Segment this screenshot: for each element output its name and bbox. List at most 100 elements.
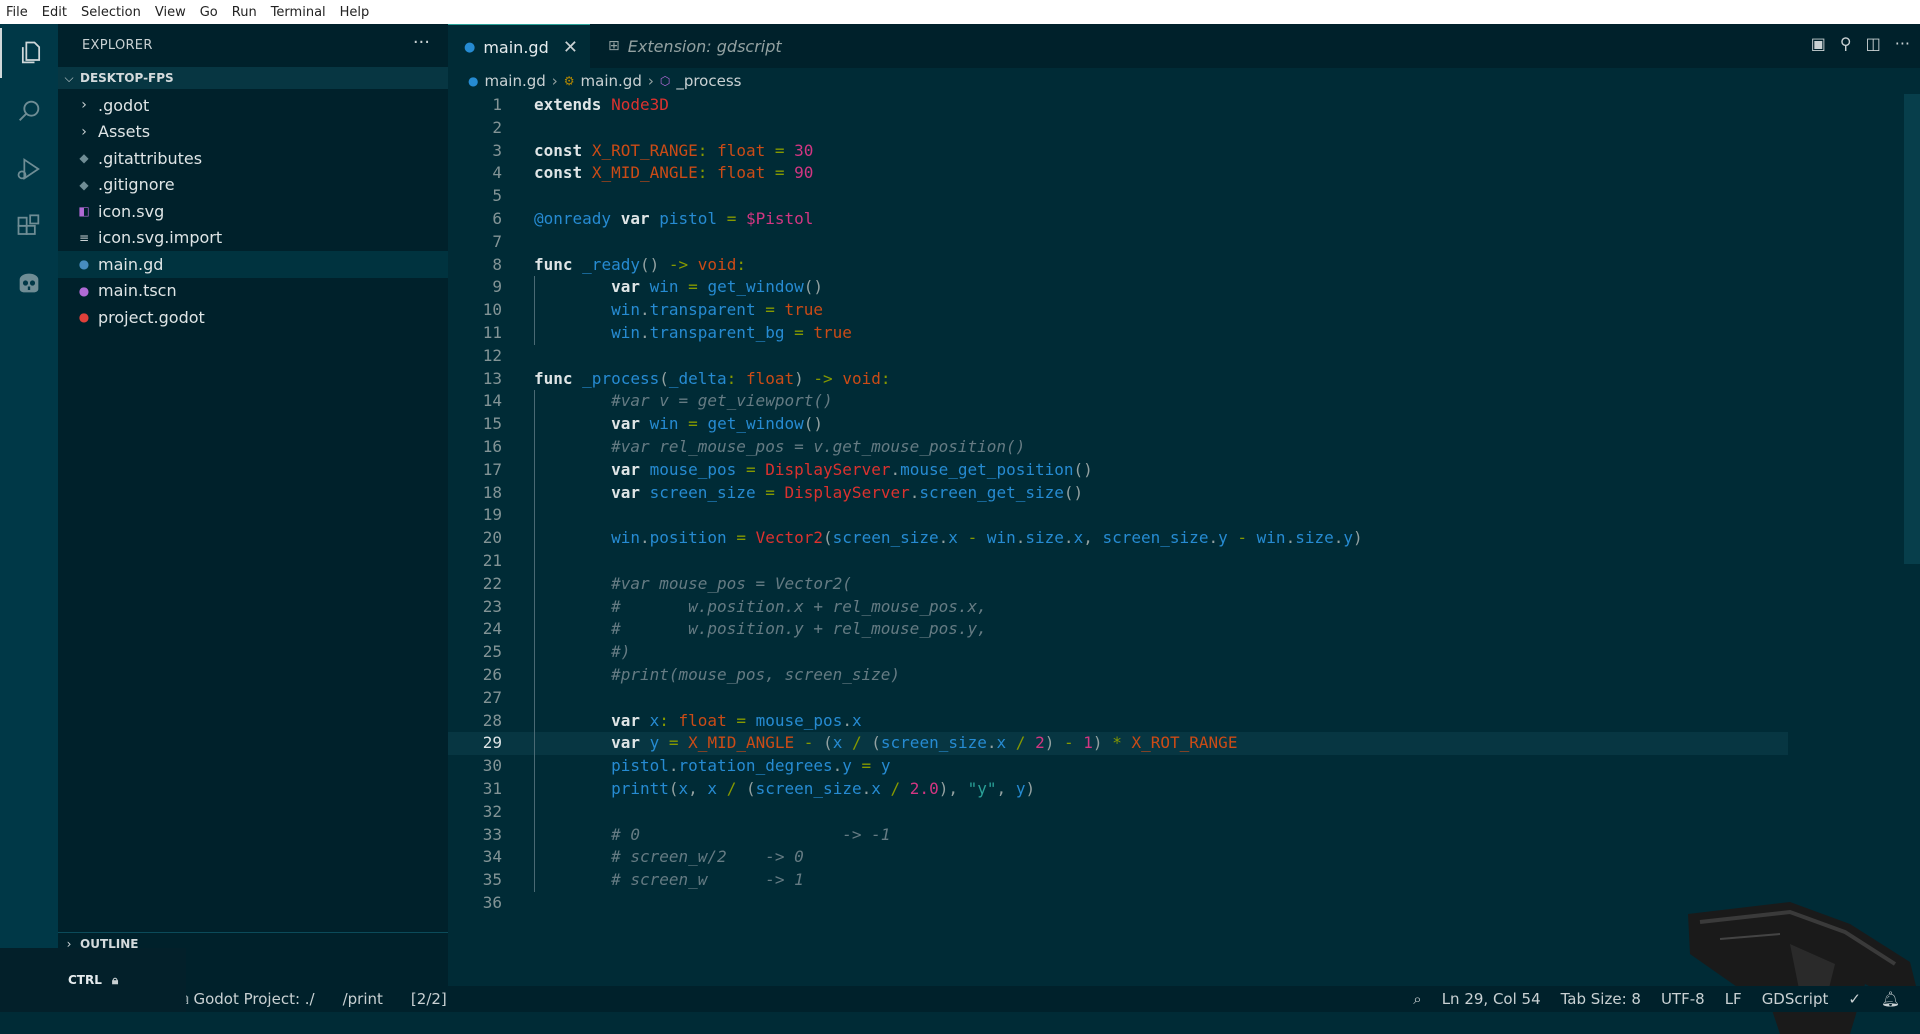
status-project[interactable]: ⧉ Godot Project: ./	[178, 990, 315, 1008]
code-line[interactable]: 25 #)	[448, 641, 1920, 664]
code-line[interactable]: 1 extends Node3D	[448, 94, 1920, 117]
code-line[interactable]: 15 var win = get_window()	[448, 413, 1920, 436]
status-language[interactable]: GDScript	[1762, 990, 1829, 1008]
check-icon[interactable]: ✓	[1848, 990, 1861, 1008]
tree-item-gitignore[interactable]: ◆ .gitignore	[58, 172, 448, 199]
code-text: printt(x, x / (screen_size.x / 2.0), "y"…	[611, 778, 1036, 798]
tab-main-gd[interactable]: ● main.gd ✕	[448, 24, 590, 69]
code-line[interactable]: 31 printt(x, x / (screen_size.x / 2.0), …	[448, 778, 1920, 801]
status-encoding[interactable]: UTF-8	[1661, 990, 1705, 1008]
menu-view[interactable]: View	[148, 5, 193, 20]
code-line[interactable]: 20 win.position = Vector2(screen_size.x …	[448, 527, 1920, 550]
extensions-icon[interactable]	[0, 202, 58, 252]
status-left: ⧉ Godot Project: ./ /print [2/2]	[178, 990, 447, 1008]
run-debug-icon[interactable]	[0, 144, 58, 194]
close-icon[interactable]: ✕	[563, 37, 578, 58]
editor-area: ● main.gd ✕ ⊞ Extension: gdscript ▣ ⚲ ◫ …	[448, 24, 1920, 1034]
code-line[interactable]: 8 func _ready() -> void:	[448, 254, 1920, 277]
zoom-icon[interactable]: ⌕	[1413, 990, 1421, 1008]
code-line[interactable]: 18 var screen_size = DisplayServer.scree…	[448, 482, 1920, 505]
code-text: win.position = Vector2(screen_size.x - w…	[611, 528, 1363, 548]
menu-edit[interactable]: Edit	[35, 5, 74, 20]
lock-icon: 🔒︎	[111, 972, 119, 987]
code-line[interactable]: 12	[448, 345, 1920, 368]
line-number: 9	[492, 277, 502, 297]
menu-run[interactable]: Run	[225, 5, 264, 20]
pin-icon[interactable]: ⚲	[1840, 34, 1852, 53]
search-icon[interactable]	[0, 86, 58, 136]
project-section-header[interactable]: ⌵ DESKTOP-FPS	[58, 67, 448, 89]
line-number: 6	[492, 208, 502, 228]
code-line[interactable]: 33 # 0 -> -1	[448, 824, 1920, 847]
code-line[interactable]: 34 # screen_w/2 -> 0	[448, 846, 1920, 869]
status-cursor-position[interactable]: Ln 29, Col 54	[1442, 990, 1541, 1008]
code-line[interactable]: 5	[448, 185, 1920, 208]
line-number: 30	[482, 756, 502, 776]
code-line[interactable]: 29 var y = X_MID_ANGLE - (x / (screen_si…	[448, 732, 1788, 756]
status-search[interactable]: /print	[343, 990, 383, 1008]
breadcrumb-class[interactable]: main.gd	[581, 72, 642, 90]
code-line[interactable]: 26 #print(mouse_pos, screen_size)	[448, 664, 1920, 687]
code-line[interactable]: 11 win.transparent_bg = true	[448, 322, 1920, 345]
menu-help[interactable]: Help	[333, 5, 377, 20]
code-line[interactable]: 16 #var rel_mouse_pos = v.get_mouse_posi…	[448, 436, 1920, 459]
activity-bar	[0, 24, 58, 992]
explorer-icon[interactable]	[0, 28, 60, 78]
code-line[interactable]: 28 var x: float = mouse_pos.x	[448, 710, 1920, 733]
tree-item-icon-svg[interactable]: ◧ icon.svg	[58, 198, 448, 225]
menu-selection[interactable]: Selection	[74, 5, 148, 20]
code-line[interactable]: 3 const X_ROT_RANGE: float = 30	[448, 140, 1920, 163]
code-line[interactable]: 22 #var mouse_pos = Vector2(	[448, 573, 1920, 596]
run-scene-icon[interactable]: ▣	[1811, 34, 1826, 53]
tree-item-project-godot[interactable]: ● project.godot	[58, 304, 448, 331]
tree-item-label: .godot	[98, 95, 150, 115]
menu-terminal[interactable]: Terminal	[264, 5, 333, 20]
tree-item-label: main.gd	[98, 254, 164, 274]
code-text: #var rel_mouse_pos = v.get_mouse_positio…	[611, 436, 1026, 456]
code-line[interactable]: 30 pistol.rotation_degrees.y = y	[448, 755, 1920, 778]
code-editor[interactable]: 1 extends Node3D 2 3 const X_ROT_RANGE: floa…	[448, 94, 1920, 915]
breadcrumb-symbol[interactable]: _process	[676, 72, 741, 90]
status-eol[interactable]: LF	[1725, 990, 1742, 1008]
code-text: #var mouse_pos = Vector2(	[611, 573, 852, 593]
tree-item-main-gd[interactable]: ● main.gd	[58, 251, 448, 278]
menu-go[interactable]: Go	[193, 5, 225, 20]
code-line[interactable]: 4 const X_MID_ANGLE: float = 90	[448, 162, 1920, 185]
code-line[interactable]: 17 var mouse_pos = DisplayServer.mouse_g…	[448, 459, 1920, 482]
code-line[interactable]: 23 # w.position.x + rel_mouse_pos.x,	[448, 596, 1920, 619]
tree-item-label: Assets	[98, 122, 151, 142]
more-actions-icon[interactable]: ···	[1895, 34, 1910, 53]
code-line[interactable]: 13 func _process(_delta: float) -> void:	[448, 368, 1920, 391]
code-line[interactable]: 21	[448, 550, 1920, 573]
line-number: 23	[482, 596, 502, 616]
code-line[interactable]: 7	[448, 231, 1920, 254]
menu-file[interactable]: File	[0, 5, 35, 20]
godot-icon[interactable]	[0, 258, 58, 308]
code-line[interactable]: 2	[448, 117, 1920, 140]
tree-item-assets-folder[interactable]: › Assets	[58, 119, 448, 146]
line-number: 20	[482, 528, 502, 548]
editor-actions: ▣ ⚲ ◫ ···	[1811, 34, 1910, 53]
tree-item-label: main.tscn	[98, 281, 177, 301]
code-line[interactable]: 6 @onready var pistol = $Pistol	[448, 208, 1920, 231]
vertical-scrollbar[interactable]	[1904, 94, 1920, 564]
tree-item-godot-folder[interactable]: › .godot	[58, 92, 448, 119]
bell-icon[interactable]: 🔔︎	[1881, 990, 1900, 1008]
code-line[interactable]: 14 #var v = get_viewport()	[448, 390, 1920, 413]
code-line[interactable]: 32	[448, 801, 1920, 824]
tree-item-label: icon.svg.import	[98, 228, 223, 248]
code-line[interactable]: 27	[448, 687, 1920, 710]
line-number: 1	[492, 95, 502, 114]
explorer-more-button[interactable]: ···	[413, 32, 430, 53]
code-line[interactable]: 10 win.transparent = true	[448, 299, 1920, 322]
status-tab-size[interactable]: Tab Size: 8	[1561, 990, 1641, 1008]
tree-item-gitattributes[interactable]: ◆ .gitattributes	[58, 145, 448, 172]
breadcrumb-file[interactable]: main.gd	[484, 72, 545, 90]
code-line[interactable]: 9 var win = get_window()	[448, 276, 1920, 299]
split-editor-icon[interactable]: ◫	[1866, 34, 1881, 53]
code-line[interactable]: 19	[448, 504, 1920, 527]
tree-item-icon-svg-import[interactable]: ≡ icon.svg.import	[58, 225, 448, 252]
code-line[interactable]: 24 # w.position.y + rel_mouse_pos.y,	[448, 618, 1920, 641]
tab-extension-gdscript[interactable]: ⊞ Extension: gdscript	[598, 24, 798, 68]
tree-item-main-tscn[interactable]: ● main.tscn	[58, 278, 448, 305]
